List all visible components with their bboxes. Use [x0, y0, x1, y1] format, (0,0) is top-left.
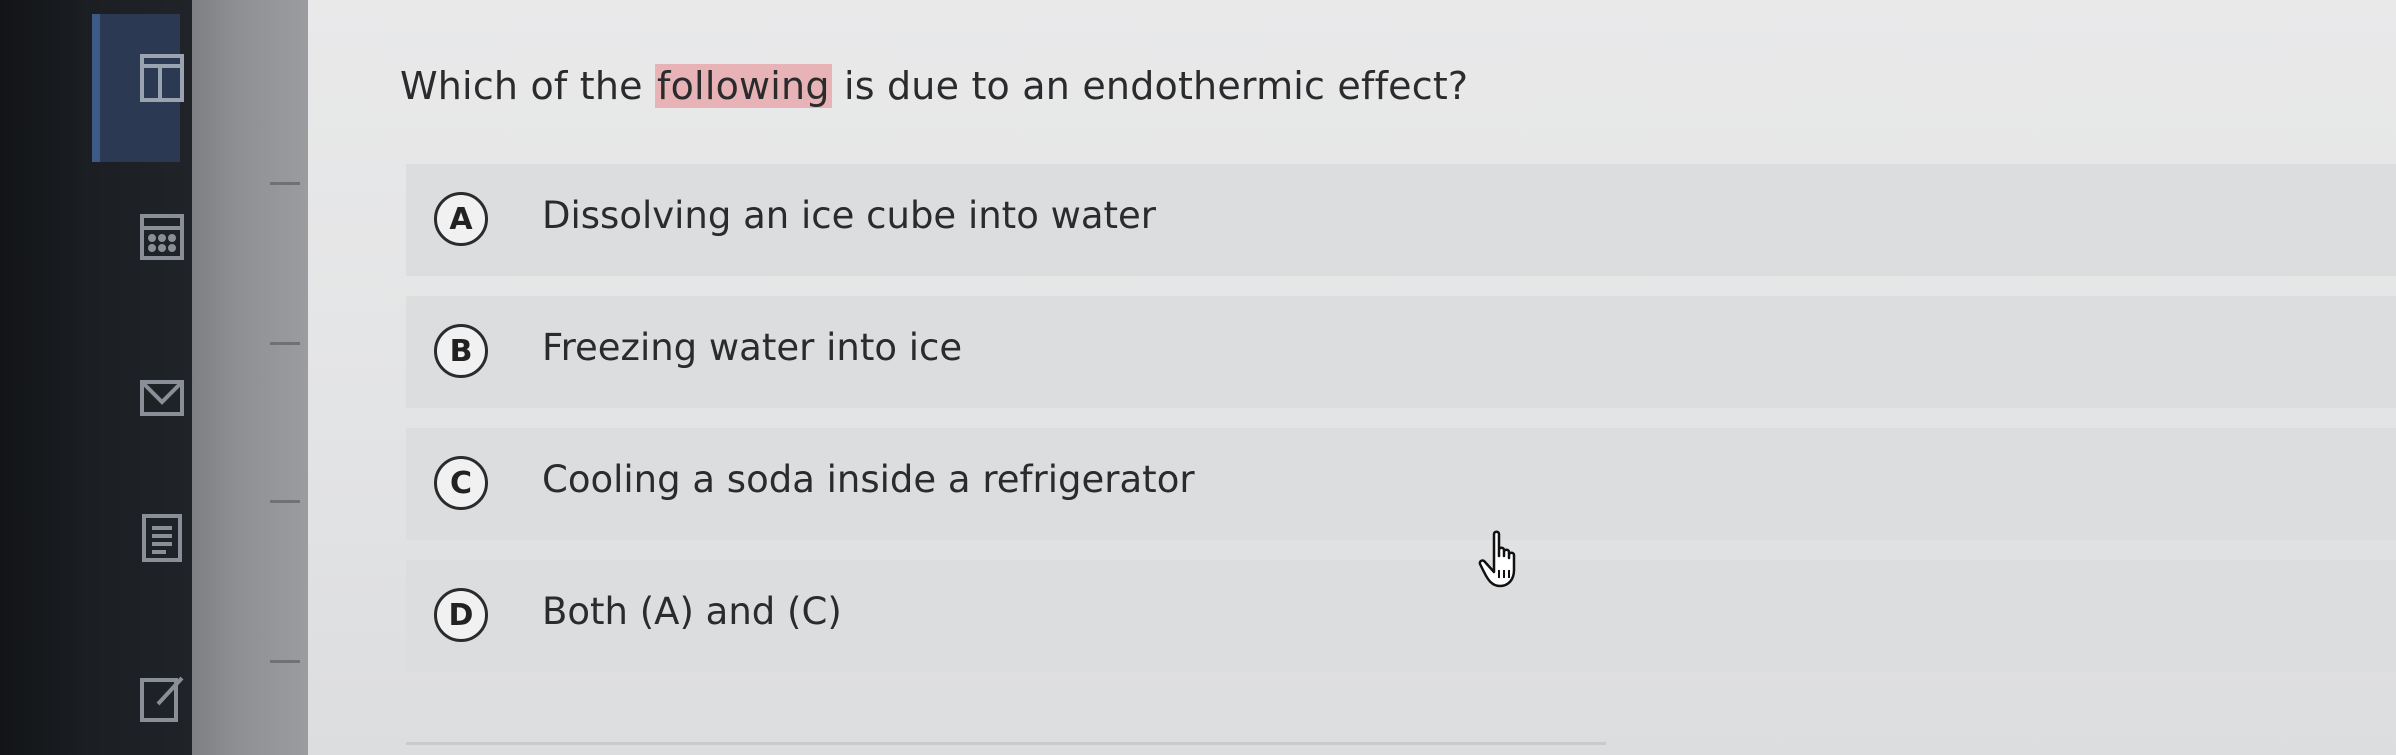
- answer-option-d[interactable]: D Both (A) and (C): [406, 560, 2396, 672]
- strip-tick: [270, 342, 300, 345]
- option-label: Both (A) and (C): [542, 590, 842, 633]
- panel-layout-icon[interactable]: [138, 52, 186, 104]
- edit-icon[interactable]: [138, 672, 186, 724]
- strip-tick: [270, 500, 300, 503]
- highlighted-word: following: [655, 64, 832, 108]
- question-text-after: is due to an endothermic effect?: [831, 64, 1469, 108]
- option-letter-badge: D: [434, 588, 488, 642]
- screen: Which of the following is due to an endo…: [0, 0, 2396, 755]
- question-text: Which of the following is due to an endo…: [400, 64, 1468, 108]
- option-letter-badge: A: [434, 192, 488, 246]
- option-label: Dissolving an ice cube into water: [542, 194, 1157, 237]
- calculator-icon[interactable]: [138, 210, 186, 262]
- strip-tick: [270, 660, 300, 663]
- divider-strip: [192, 0, 308, 755]
- notes-icon[interactable]: [138, 512, 186, 564]
- answer-option-a[interactable]: A Dissolving an ice cube into water: [406, 164, 2396, 276]
- hand-cursor-icon: [1478, 530, 1528, 590]
- option-label: Freezing water into ice: [542, 326, 963, 369]
- option-label: Cooling a soda inside a refrigerator: [542, 458, 1195, 501]
- option-letter-badge: C: [434, 456, 488, 510]
- question-text-before: Which of the: [400, 64, 656, 108]
- option-letter-badge: B: [434, 324, 488, 378]
- answer-option-c[interactable]: C Cooling a soda inside a refrigerator: [406, 428, 2396, 540]
- answer-option-b[interactable]: B Freezing water into ice: [406, 296, 2396, 408]
- divider-line: [406, 742, 1606, 745]
- mail-icon[interactable]: [138, 372, 186, 424]
- strip-tick: [270, 182, 300, 185]
- tool-sidebar: [0, 0, 192, 755]
